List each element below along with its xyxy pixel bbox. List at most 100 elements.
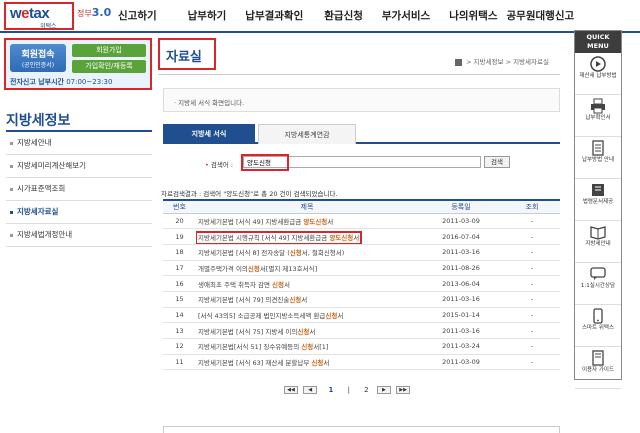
breadcrumb-item[interactable]: 지방세정보 — [474, 58, 504, 66]
quick-menu-item[interactable]: 1:1실시간상담 — [575, 266, 621, 305]
nav-payment[interactable]: 납부하기 — [188, 8, 227, 23]
wetax-logo[interactable]: wetax 위택스 — [4, 2, 74, 30]
table-row[interactable]: 15 지방세기본법 [서식 79] 의견진술신청서 2011-03-16- — [163, 291, 560, 308]
login-box: 회원접속 (공인인증서) 회원가입 가입확인/재등록 전자신고 납부시간 07:… — [4, 38, 152, 90]
row-title[interactable]: 지방세기본법[서식 51] 징수유예등의 신청서[1] — [196, 338, 418, 355]
row-title[interactable]: 생애최초 주택 취득자 감면 신청서 — [196, 275, 418, 292]
row-title[interactable]: 개별주택가격 이의신청서[별지 제13호서식] — [196, 260, 418, 277]
row-views: - — [504, 307, 560, 324]
row-title-text[interactable]: 지방세기본법 [서식 63] 재산세 분할납부 신청서 — [198, 359, 329, 367]
join-button[interactable]: 회원가입 — [72, 44, 146, 57]
bullet-icon — [10, 187, 13, 191]
tab-tax-forms[interactable]: 지방세 서식 — [163, 124, 255, 144]
printer-icon — [589, 98, 607, 114]
nav-refund[interactable]: 환급신청 — [324, 8, 363, 23]
nav-report[interactable]: 신고하기 — [118, 8, 157, 23]
last-page-button[interactable]: ▶▶ — [396, 386, 411, 394]
nav-official-proxy[interactable]: 공무원대행신고 — [507, 8, 575, 23]
row-date: 2011-03-16 — [418, 322, 504, 339]
table-row[interactable]: 11 지방세기본법 [서식 63] 재산세 분할납부 신청서 2011-03-09- — [163, 354, 560, 371]
page-2[interactable]: 2 — [364, 386, 368, 394]
page-1[interactable]: 1 — [328, 386, 333, 394]
keyword-highlight: 신청 — [301, 343, 314, 352]
row-title[interactable]: 지방세기본법 [서식 8] 전자송달 (신청서, 철회신청서) — [196, 244, 418, 261]
row-date: 2015-01-14 — [418, 307, 504, 324]
table-row[interactable]: 18 지방세기본법 [서식 8] 전자송달 (신청서, 철회신청서) 2011-03… — [163, 244, 560, 261]
quick-menu-item[interactable]: 스마트 위택스 — [575, 308, 621, 347]
quick-menu-label: 납부방법 안내 — [581, 157, 615, 163]
quick-menu-item[interactable]: 납부방법 안내 — [575, 140, 621, 179]
row-title-text[interactable]: [서식 43의5] 소급공제 법인지방소득세액 환급신청서 — [198, 312, 343, 320]
quick-menu-item[interactable]: 재산세 납부방법 — [575, 56, 621, 95]
nav-my-wetax[interactable]: 나의위택스 — [449, 8, 497, 23]
next-page-button[interactable]: ▶ — [376, 386, 391, 394]
nav-extra-services[interactable]: 부가서비스 — [382, 8, 430, 23]
row-title-text[interactable]: 개별주택가격 이의신청서[별지 제13호서식] — [198, 265, 317, 273]
row-number: 14 — [163, 307, 196, 324]
quick-menu-label: 스마트 위택스 — [581, 325, 615, 331]
row-title-text[interactable]: 지방세기본법[서식 51] 징수유예등의 신청서[1] — [198, 343, 328, 351]
table-row[interactable]: 12 지방세기본법[서식 51] 징수유예등의 신청서[1] 2011-03-24- — [163, 338, 560, 355]
row-views: - — [504, 275, 560, 292]
row-title-text[interactable]: 지방세기본법 [서식 8] 전자송달 (신청서, 철회신청서) — [198, 249, 344, 257]
play-icon — [589, 56, 607, 72]
row-number: 13 — [163, 322, 196, 339]
row-views: - — [504, 291, 560, 308]
find-account-button[interactable]: 가입확인/재등록 — [72, 60, 146, 73]
sidebar-item-tax-calculator[interactable]: 지방세미리계산해보기 — [6, 155, 152, 178]
document-icon — [589, 140, 607, 156]
sidebar-item-tax-library[interactable]: 지방세자료실 — [6, 201, 152, 224]
quick-menu-item[interactable]: 지방세안내 — [575, 224, 621, 263]
row-title-text[interactable]: 지방세기본법 [서식 79] 의견진술신청서 — [198, 296, 307, 304]
row-title[interactable]: 지방세기본법 시행규칙 [서식 49] 지방세환급금 양도신청서 — [196, 228, 418, 245]
tab-tax-statistics[interactable]: 지방세통계연감 — [258, 124, 356, 144]
row-title[interactable]: 지방세기본법 [서식 63] 재산세 분할납부 신청서 — [196, 354, 418, 371]
keyword-highlight: 신청 — [289, 249, 302, 258]
quick-menu-label: 재산세 납부방법 — [579, 73, 617, 79]
table-row[interactable]: 16 생애최초 주택 취득자 감면 신청서 2013-06-04- — [163, 275, 560, 292]
bullet-icon — [10, 141, 13, 145]
table-row[interactable]: 20 지방세기본법 [서식 49] 지방세환급금 양도신청서 2011-03-09- — [163, 213, 560, 230]
description-text: · 지방세 서식 화면입니다. — [174, 99, 245, 107]
logo-subtitle: 위택스 — [40, 23, 57, 30]
row-date: 2013-06-04 — [418, 275, 504, 292]
chat-icon — [589, 266, 607, 282]
sidebar-item-tax-guide[interactable]: 지방세안내 — [6, 132, 152, 155]
title-divider — [158, 74, 560, 75]
sidebar-item-law-revision[interactable]: 지방세법개정안내 — [6, 224, 152, 247]
quick-menu-item[interactable]: 납부확인서 — [575, 98, 621, 137]
quick-menu-item[interactable]: 법령문서제공 — [575, 182, 621, 221]
table-row[interactable]: 17 개별주택가격 이의신청서[별지 제13호서식] 2011-08-26- — [163, 260, 560, 277]
table-header-row: 번호 제목 등록일 조회 — [163, 200, 560, 214]
home-icon[interactable] — [455, 58, 462, 66]
breadcrumb: > 지방세정보 > 지방세자료실 — [455, 56, 549, 66]
keyword-highlight: 신청 — [247, 264, 260, 273]
row-views: - — [504, 260, 560, 277]
row-title[interactable]: 지방세기본법 [서식 75] 지방세 이의신청서 — [196, 322, 418, 339]
row-title-text[interactable]: 지방세기본법 시행규칙 [서식 49] 지방세환급금 양도신청서 — [196, 230, 363, 244]
sidebar-item-standard-price[interactable]: 시가표준액조회 — [6, 178, 152, 201]
table-row[interactable]: 13 지방세기본법 [서식 75] 지방세 이의신청서 2011-03-16- — [163, 322, 560, 339]
page-title-box: 자료실 — [158, 38, 216, 70]
row-title-text[interactable]: 생애최초 주택 취득자 감면 신청서 — [198, 281, 290, 289]
row-views: - — [504, 244, 560, 261]
quick-menu-header: QUICK MENU — [575, 31, 621, 53]
nav-payment-result[interactable]: 납부결과확인 — [245, 8, 303, 23]
table-row[interactable]: 14 [서식 43의5] 소급공제 법인지방소득세액 환급신청서 2015-01-1… — [163, 307, 560, 324]
row-title[interactable]: [서식 43의5] 소급공제 법인지방소득세액 환급신청서 — [196, 307, 418, 324]
certificate-login-button[interactable]: 회원접속 (공인인증서) — [10, 44, 66, 72]
table-row[interactable]: 19 지방세기본법 시행규칙 [서식 49] 지방세환급금 양도신청서 2016-0… — [163, 228, 560, 245]
row-title[interactable]: 지방세기본법 [서식 49] 지방세환급금 양도신청서 — [196, 213, 418, 230]
search-button[interactable]: 검색 — [484, 156, 510, 168]
row-number: 17 — [163, 260, 196, 277]
first-page-button[interactable]: ◀◀ — [284, 386, 298, 394]
row-views: - — [504, 354, 560, 371]
row-number: 11 — [163, 354, 196, 371]
quick-menu-item[interactable]: 이용자 가이드 — [575, 350, 621, 389]
row-title-text[interactable]: 지방세기본법 [서식 49] 지방세환급금 양도신청서 — [198, 218, 333, 226]
search-input[interactable] — [243, 156, 481, 168]
row-title-text[interactable]: 지방세기본법 [서식 75] 지방세 이의신청서 — [198, 328, 315, 336]
top-header: wetax 위택스 정부3.0 신고하기 납부하기 납부결과확인 환급신청 부가… — [0, 0, 640, 33]
prev-page-button[interactable]: ◀ — [303, 386, 318, 394]
row-title[interactable]: 지방세기본법 [서식 79] 의견진술신청서 — [196, 291, 418, 308]
